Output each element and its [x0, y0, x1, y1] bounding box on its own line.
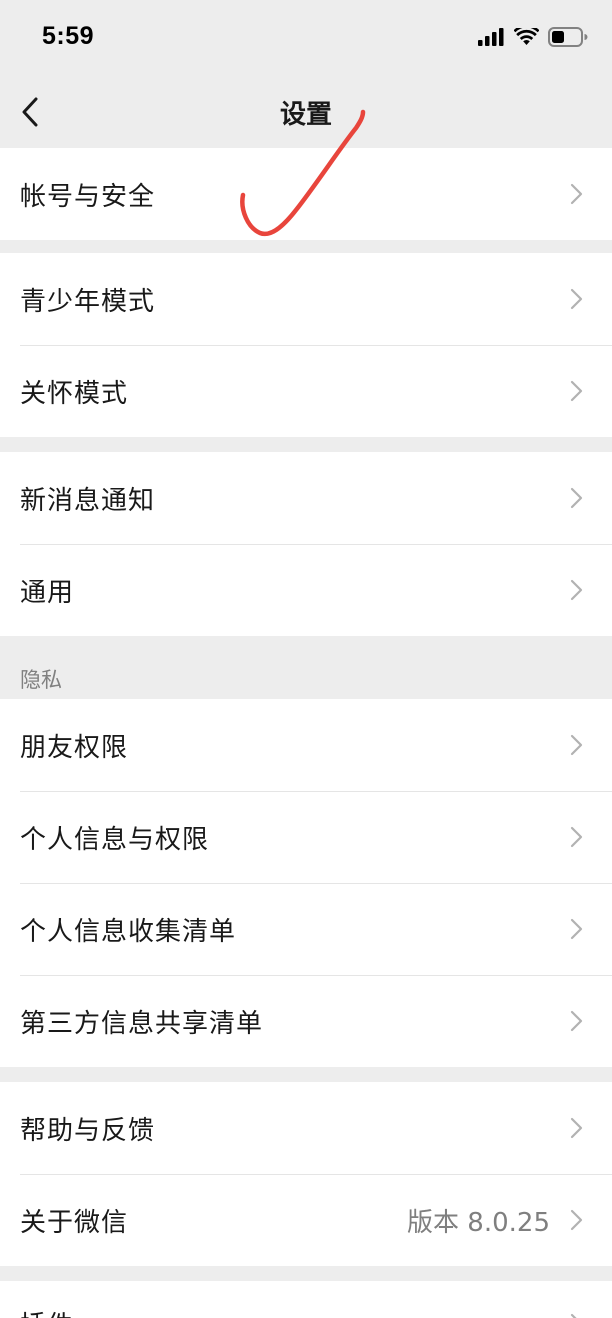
settings-item-personal-info-permissions[interactable]: 个人信息与权限	[0, 791, 612, 883]
settings-item-about-wechat[interactable]: 关于微信 版本 8.0.25	[0, 1174, 612, 1266]
settings-item-label: 插件	[20, 1305, 74, 1318]
settings-item-account-security[interactable]: 帐号与安全	[0, 148, 612, 240]
settings-item-care-mode[interactable]: 关怀模式	[0, 345, 612, 437]
settings-item-label: 帐号与安全	[20, 181, 156, 212]
settings-item-label: 个人信息收集清单	[20, 916, 237, 947]
nav-bar: 设置	[0, 78, 612, 148]
chevron-right-icon	[570, 288, 583, 310]
settings-item-label: 关于微信	[20, 1207, 129, 1238]
chevron-right-icon	[570, 183, 583, 205]
chevron-right-icon	[570, 1209, 583, 1231]
settings-item-label: 帮助与反馈	[20, 1115, 156, 1146]
chevron-right-icon	[570, 1313, 577, 1318]
settings-item-friend-permissions[interactable]: 朋友权限	[0, 699, 612, 791]
settings-group-privacy: 朋友权限 个人信息与权限 个人信息收集清单 第三方信息共享清单	[0, 699, 612, 1067]
settings-item-label: 新消息通知	[20, 485, 156, 516]
page-title: 设置	[279, 100, 332, 130]
chevron-right-icon	[570, 487, 583, 509]
settings-item-third-party-sharing[interactable]: 第三方信息共享清单	[0, 975, 612, 1067]
settings-item-label: 关怀模式	[20, 378, 129, 409]
settings-item-teen-mode[interactable]: 青少年模式	[0, 253, 612, 345]
settings-group-notifications: 新消息通知 通用	[0, 452, 612, 636]
settings-item-label: 通用	[20, 577, 75, 608]
settings-item-general[interactable]: 通用	[0, 544, 612, 636]
settings-group-plugins: 插件	[0, 1281, 612, 1318]
chevron-right-icon	[570, 918, 583, 940]
status-bar: 5:59	[0, 0, 612, 78]
settings-item-label: 第三方信息共享清单	[20, 1008, 264, 1039]
settings-item-help-feedback[interactable]: 帮助与反馈	[0, 1082, 612, 1174]
chevron-right-icon	[570, 579, 583, 601]
settings-item-label: 朋友权限	[20, 732, 129, 763]
signal-icon	[478, 28, 504, 46]
chevron-right-icon	[570, 734, 583, 756]
chevron-right-icon	[570, 826, 583, 848]
status-time: 5:59	[42, 22, 95, 50]
chevron-right-icon	[570, 380, 583, 402]
section-title-privacy: 隐私	[20, 668, 62, 692]
settings-item-personal-info-collection[interactable]: 个人信息收集清单	[0, 883, 612, 975]
wifi-icon	[514, 28, 539, 45]
settings-item-plugins[interactable]: 插件	[0, 1281, 612, 1318]
settings-item-label: 个人信息与权限	[20, 824, 210, 855]
settings-item-notifications[interactable]: 新消息通知	[0, 452, 612, 544]
settings-group-account: 帐号与安全	[0, 148, 612, 240]
status-icons	[478, 26, 588, 48]
chevron-right-icon	[570, 1117, 583, 1139]
battery-icon	[548, 27, 588, 47]
settings-group-modes: 青少年模式 关怀模式	[0, 253, 612, 437]
settings-item-label: 青少年模式	[20, 286, 156, 317]
chevron-right-icon	[570, 1010, 583, 1032]
settings-group-help: 帮助与反馈 关于微信 版本 8.0.25	[0, 1082, 612, 1266]
version-value: 版本 8.0.25	[407, 1207, 550, 1238]
